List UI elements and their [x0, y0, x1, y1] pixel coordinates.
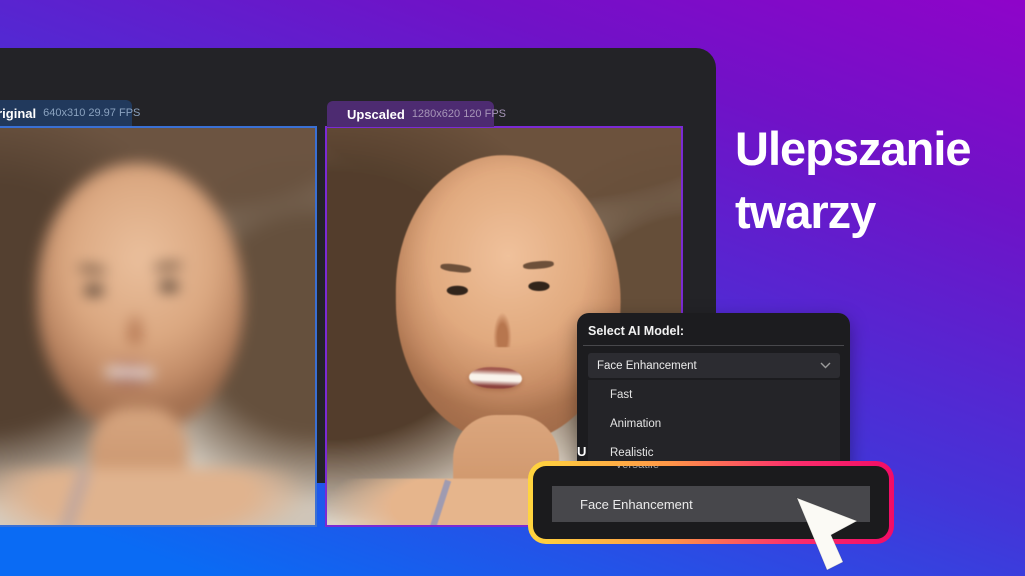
ai-model-selected-value: Face Enhancement [597, 359, 697, 372]
tab-upscaled-label: Upscaled [347, 106, 405, 122]
option-animation[interactable]: Animation [588, 409, 840, 438]
original-face-photo [0, 128, 315, 525]
ai-model-panel-title: Select AI Model: [588, 324, 685, 338]
callout-partial-option: Versatile [615, 466, 659, 471]
background-text-fragment: U [577, 444, 587, 459]
ai-model-select[interactable]: Face Enhancement [588, 353, 840, 378]
divider [583, 345, 844, 346]
page-title: Ulepszanie twarzy [735, 122, 972, 238]
option-fast[interactable]: Fast [588, 380, 840, 409]
tab-upscaled-meta: 1280x620 120 FPS [411, 108, 506, 120]
tab-original-meta: 640x310 29.97 FPS [43, 107, 141, 119]
tab-original-label: Original [0, 105, 37, 121]
chevron-down-icon [820, 362, 831, 369]
tab-upscaled[interactable]: Upscaled 1280x620 120 FPS [327, 101, 506, 127]
original-video-frame [0, 126, 317, 527]
tab-original[interactable]: Original 640x310 29.97 FPS [0, 100, 140, 126]
cursor-arrow-icon [786, 490, 866, 576]
